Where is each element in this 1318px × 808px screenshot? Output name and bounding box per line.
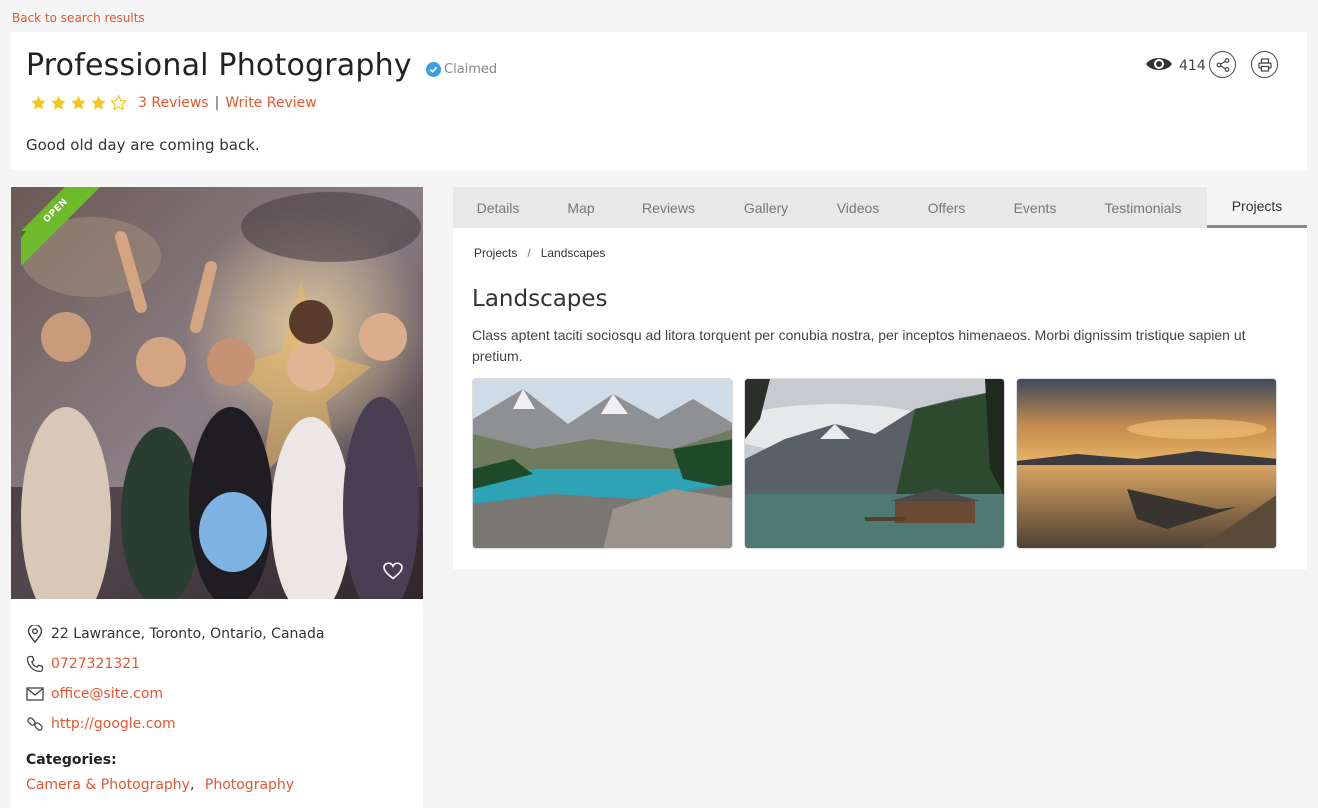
- listing-content: Details Map Reviews Gallery Videos Offer…: [453, 187, 1307, 569]
- contact-info: 22 Lawrance, Toronto, Ontario, Canada 07…: [25, 619, 324, 739]
- listing-header: Professional Photography Claimed 3 Revie…: [11, 32, 1307, 170]
- share-icon: [1216, 57, 1229, 72]
- tab-details[interactable]: Details: [453, 187, 543, 228]
- gallery-thumbnail[interactable]: [744, 378, 1005, 549]
- tab-videos[interactable]: Videos: [814, 187, 902, 228]
- heart-icon: [383, 562, 403, 580]
- envelope-icon: [25, 684, 45, 704]
- phone-link[interactable]: 0727321321: [51, 656, 140, 672]
- star-icon: [51, 95, 66, 110]
- tab-offers[interactable]: Offers: [902, 187, 991, 228]
- favorite-button[interactable]: [383, 562, 403, 585]
- write-review-link[interactable]: Write Review: [225, 95, 316, 111]
- star-rating: [29, 94, 128, 112]
- gallery-thumbnail[interactable]: [1016, 378, 1277, 549]
- print-icon: [1257, 57, 1272, 72]
- view-counter: 414: [1145, 54, 1206, 74]
- tab-gallery[interactable]: Gallery: [718, 187, 814, 228]
- categories-list: Camera & Photography, Photography: [26, 777, 294, 793]
- verified-check-icon: [426, 62, 441, 77]
- listing-tagline: Good old day are coming back.: [26, 136, 260, 154]
- project-description: Class aptent taciti sociosqu ad litora t…: [472, 327, 1246, 364]
- address-row: 22 Lawrance, Toronto, Ontario, Canada: [25, 619, 324, 649]
- eye-icon: [1146, 58, 1172, 70]
- link-icon: [25, 714, 45, 734]
- tab-bar: Details Map Reviews Gallery Videos Offer…: [453, 187, 1307, 228]
- gallery-thumbnail[interactable]: [472, 378, 733, 549]
- address-text: 22 Lawrance, Toronto, Ontario, Canada: [51, 626, 325, 642]
- lake-cabin-image: [745, 379, 1004, 548]
- phone-row: 0727321321: [25, 649, 324, 679]
- phone-icon: [25, 654, 45, 674]
- star-outline-icon: [110, 94, 127, 111]
- star-icon: [31, 95, 46, 110]
- category-link[interactable]: Camera & Photography: [26, 777, 190, 793]
- separator: |: [214, 95, 220, 111]
- claimed-badge: Claimed: [426, 62, 497, 77]
- category-link[interactable]: Photography: [205, 777, 294, 793]
- view-count: 414: [1179, 58, 1206, 74]
- claimed-label: Claimed: [444, 62, 498, 77]
- website-link[interactable]: http://google.com: [51, 716, 176, 732]
- breadcrumb-current: Landscapes: [540, 246, 606, 260]
- rating-row: 3 Reviews | Write Review: [29, 94, 317, 112]
- listing-photo: OPEN: [11, 187, 423, 599]
- email-link[interactable]: office@site.com: [51, 686, 163, 702]
- star-icon: [91, 95, 106, 110]
- tab-map[interactable]: Map: [543, 187, 619, 228]
- back-to-search-link[interactable]: Back to search results: [12, 11, 145, 25]
- listing-sidebar: OPEN 22 Lawrance, Toronto, Ontario, Cana…: [11, 187, 423, 808]
- open-ribbon: OPEN: [21, 187, 101, 266]
- tab-events[interactable]: Events: [991, 187, 1079, 228]
- breadcrumb-separator: /: [527, 246, 531, 260]
- share-button[interactable]: [1209, 51, 1236, 78]
- reviews-link[interactable]: 3 Reviews: [138, 95, 209, 111]
- breadcrumb-projects[interactable]: Projects: [474, 246, 517, 260]
- sunset-boat-image: [1017, 379, 1276, 548]
- email-row: office@site.com: [25, 679, 324, 709]
- categories-heading: Categories:: [26, 752, 117, 768]
- tab-reviews[interactable]: Reviews: [619, 187, 718, 228]
- comma: ,: [189, 777, 195, 793]
- lake-mountains-image: [473, 379, 732, 548]
- map-pin-icon: [25, 624, 45, 644]
- print-button[interactable]: [1251, 51, 1278, 78]
- tab-projects[interactable]: Projects: [1207, 187, 1307, 228]
- tab-testimonials[interactable]: Testimonials: [1079, 187, 1207, 228]
- listing-title: Professional Photography: [26, 48, 412, 83]
- website-row: http://google.com: [25, 709, 324, 739]
- project-gallery: [472, 378, 1277, 549]
- star-icon: [71, 95, 86, 110]
- breadcrumb: Projects / Landscapes: [474, 246, 605, 260]
- project-title: Landscapes: [472, 286, 608, 312]
